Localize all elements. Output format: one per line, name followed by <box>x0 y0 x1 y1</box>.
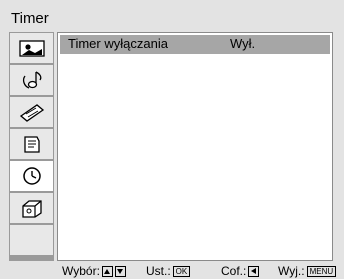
sidebar-item-sound[interactable] <box>10 65 53 95</box>
footer-set: Ust.: OK <box>146 264 191 278</box>
menu-item-sleep-timer[interactable]: Timer wyłączania Wył. <box>60 35 330 54</box>
setup-icon <box>21 200 42 218</box>
page-title: Timer <box>11 10 49 27</box>
footer-back: Cof.: <box>221 264 260 278</box>
sidebar-item-setup[interactable] <box>10 193 53 223</box>
menu-panel: Timer wyłączania Wył. <box>57 32 333 261</box>
picture-icon <box>18 40 45 57</box>
menu-key-icon: MENU <box>306 265 337 277</box>
sound-icon <box>22 71 41 89</box>
down-arrow-key-icon <box>114 265 126 277</box>
channel-setup-icon <box>23 136 40 153</box>
sidebar <box>9 32 54 261</box>
screen-icon <box>19 104 44 122</box>
up-arrow-key-icon <box>101 265 113 277</box>
sidebar-item-screen[interactable] <box>10 97 53 127</box>
menu-item-value: Wył. <box>230 36 256 51</box>
ok-key-icon: OK <box>172 265 191 277</box>
menu-item-label: Timer wyłączania <box>68 36 168 51</box>
tv-menu-screen: Timer Timer wyłączania Wył. Wybór: Ust.:… <box>0 0 344 279</box>
sidebar-item-picture[interactable] <box>10 33 53 63</box>
footer-exit: Wyj.: MENU <box>278 264 337 278</box>
timer-icon <box>22 167 41 185</box>
footer-select: Wybór: <box>62 264 126 278</box>
sidebar-item-timer[interactable] <box>10 161 53 191</box>
sidebar-item-channel-setup[interactable] <box>10 129 53 159</box>
left-arrow-key-icon <box>248 265 260 277</box>
sidebar-item-empty <box>10 225 53 255</box>
footer-help-bar: Wybór: Ust.: OK Cof.: Wyj.: MENU <box>0 263 344 279</box>
